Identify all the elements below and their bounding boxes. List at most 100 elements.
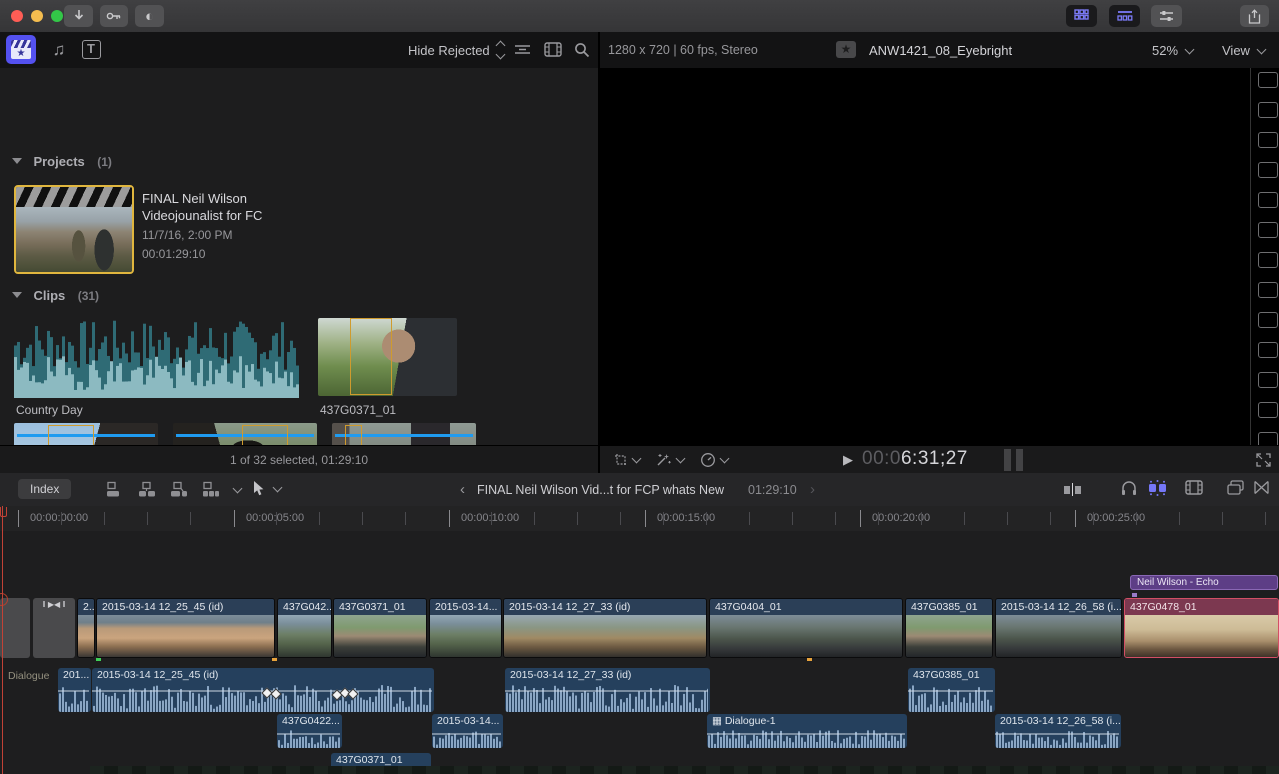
timeline-audio-clip[interactable]: 437G0422... — [277, 714, 342, 748]
retime-menu-button[interactable] — [700, 452, 728, 468]
marker-green[interactable] — [96, 658, 101, 661]
selection-range[interactable] — [242, 425, 288, 445]
clip-thumbnails — [710, 615, 902, 657]
filmstrip-toggle-button[interactable] — [544, 42, 562, 57]
marker-orange[interactable] — [272, 658, 277, 661]
selection-range[interactable] — [345, 425, 362, 445]
minimize-window-button[interactable] — [31, 10, 43, 22]
favorite-star-button[interactable]: ★ — [836, 41, 856, 58]
timeline-appearance-button[interactable] — [1253, 480, 1270, 495]
audio-waveform — [707, 728, 907, 748]
gap-clip[interactable] — [0, 598, 30, 658]
titles-generators-tab[interactable]: T — [76, 35, 106, 64]
crop-menu-button[interactable] — [614, 453, 640, 467]
browser-clip-thumbnail[interactable] — [332, 423, 476, 445]
project-title-line1[interactable]: FINAL Neil Wilson — [142, 190, 262, 207]
clip-appearance-timeline-button[interactable] — [1185, 480, 1203, 495]
share-button[interactable] — [1240, 5, 1269, 27]
timeline-video-clip[interactable]: 2015-03-14 12_25_45 (id) — [96, 598, 275, 658]
selection-range[interactable] — [350, 318, 392, 395]
overwrite-edit-icon[interactable] — [202, 481, 220, 498]
timeline-video-clip[interactable]: 2015-03-14... — [429, 598, 502, 658]
background-tasks-button[interactable]: ◐ — [135, 5, 164, 27]
timeline-strip-view-button[interactable] — [1109, 5, 1140, 27]
project-thumbnail[interactable] — [14, 185, 134, 274]
viewer-view-dropdown[interactable]: View — [1222, 43, 1265, 58]
timeline-audio-clip[interactable]: 2015-03-14... — [432, 714, 503, 748]
skimming-button[interactable] — [1147, 480, 1169, 496]
marker-orange[interactable] — [807, 658, 812, 661]
search-button[interactable] — [574, 42, 590, 58]
projects-section-header[interactable]: Projects (1) — [12, 153, 112, 171]
clip-label: 2015-03-14 12_25_45 (id) — [97, 599, 274, 615]
browser-clip-waveform[interactable] — [14, 318, 299, 398]
timeline-audio-clip[interactable]: 201... — [58, 668, 91, 712]
inspector-button[interactable] — [1151, 5, 1182, 27]
playhead-line[interactable] — [2, 531, 3, 774]
index-button[interactable]: Index — [18, 479, 71, 499]
transition-clip[interactable]: ‖ ▶◀ ‖ — [33, 598, 75, 658]
browser-clip-thumbnail[interactable] — [173, 423, 317, 445]
timeline-video-clip[interactable]: 437G0371_01 — [333, 598, 427, 658]
filter-dropdown[interactable]: Hide Rejected — [408, 42, 504, 58]
download-icon — [73, 9, 85, 23]
viewer-timecode[interactable]: 00:06:31;27 — [862, 448, 968, 470]
clips-section-header[interactable]: Clips (31) — [12, 287, 99, 305]
audio-waveform — [432, 728, 503, 748]
playhead-top-flag[interactable] — [0, 507, 7, 517]
search-icon — [574, 42, 590, 58]
photos-audio-tab[interactable]: ♫ — [44, 35, 74, 64]
timeline-audio-clip[interactable]: 437G0385_01 — [908, 668, 995, 712]
browser-clip-thumbnail[interactable] — [318, 318, 457, 396]
timeline-ruler[interactable]: 00:00:00:0000:00:05:0000:00:10:0000:00:1… — [0, 506, 1279, 532]
connected-title-clip[interactable]: Neil Wilson - Echo — [1130, 575, 1278, 590]
timeline-video-clip[interactable]: 437G0385_01 — [905, 598, 993, 658]
zoom-level: 52% — [1152, 43, 1178, 58]
clip-thumbnails — [278, 615, 331, 657]
import-media-button[interactable] — [64, 5, 93, 27]
selection-range[interactable] — [48, 425, 94, 445]
project-title-line2[interactable]: Videojounalist for FC — [142, 207, 262, 224]
browser-grid-view-button[interactable] — [1066, 5, 1097, 27]
headphones-icon — [1121, 480, 1137, 496]
timeline-video-clip[interactable]: 2015-03-14 12_26_58 (i... — [995, 598, 1122, 658]
timeline-back-chevron[interactable]: ‹ — [460, 481, 465, 498]
film-sprocket — [1258, 132, 1278, 148]
timeline-audio-clip[interactable]: ▦ Dialogue-1 — [707, 714, 907, 748]
chevron-down-icon[interactable] — [233, 484, 243, 494]
timeline-video-clip[interactable]: 2.. — [77, 598, 95, 658]
append-edit-icon[interactable] — [170, 481, 188, 498]
timeline-tracks: Neil Wilson - Echo ‖ ▶◀ ‖2..2015-03-14 1… — [0, 531, 1279, 774]
timeline-history-button[interactable] — [1227, 480, 1244, 495]
zoom-window-button[interactable] — [51, 10, 63, 22]
timeline-project-title[interactable]: FINAL Neil Wilson Vid...t for FCP whats … — [477, 483, 724, 497]
timeline-audio-clip[interactable]: 2015-03-14 12_26_58 (i... — [995, 714, 1121, 748]
fullscreen-button[interactable] — [1256, 453, 1271, 467]
play-icon[interactable]: ▶ — [843, 452, 853, 468]
timeline-video-clip[interactable]: 437G0478_01 — [1124, 598, 1279, 658]
trim-feedback-button[interactable] — [1064, 483, 1081, 496]
keywords-button[interactable] — [100, 5, 128, 27]
connect-edit-icon[interactable] — [106, 481, 124, 498]
insert-edit-icon[interactable] — [138, 481, 156, 498]
timeline-video-clip[interactable]: 437G042... — [277, 598, 332, 658]
timeline-video-clip[interactable]: 437G0404_01 — [709, 598, 903, 658]
viewer-zoom-dropdown[interactable]: 52% — [1152, 43, 1193, 58]
clip-appearance-button[interactable] — [514, 43, 531, 56]
cross-dissolve-icon: ‖ ▶◀ ‖ — [42, 600, 65, 609]
audio-skimming-button[interactable] — [1121, 480, 1137, 496]
timeline-duration: 01:29:10 — [748, 483, 797, 497]
enhancements-menu-button[interactable] — [655, 452, 684, 468]
clips-count: (31) — [78, 289, 99, 303]
bowtie-icon — [1253, 480, 1270, 495]
timeline-audio-clip[interactable]: 2015-03-14 12_25_45 (id) — [92, 668, 434, 712]
timeline-video-clip[interactable]: 2015-03-14 12_27_33 (id) — [503, 598, 707, 658]
audio-waveform — [995, 728, 1121, 748]
timeline-audio-clip[interactable]: 2015-03-14 12_27_33 (id) — [505, 668, 710, 712]
media-libraries-tab[interactable]: ★ — [6, 35, 36, 64]
timeline-forward-chevron[interactable]: › — [810, 481, 815, 498]
close-window-button[interactable] — [11, 10, 23, 22]
tool-menu-button[interactable] — [252, 480, 281, 497]
audio-meters-button[interactable] — [1004, 449, 1023, 471]
browser-clip-thumbnail[interactable] — [14, 423, 158, 445]
